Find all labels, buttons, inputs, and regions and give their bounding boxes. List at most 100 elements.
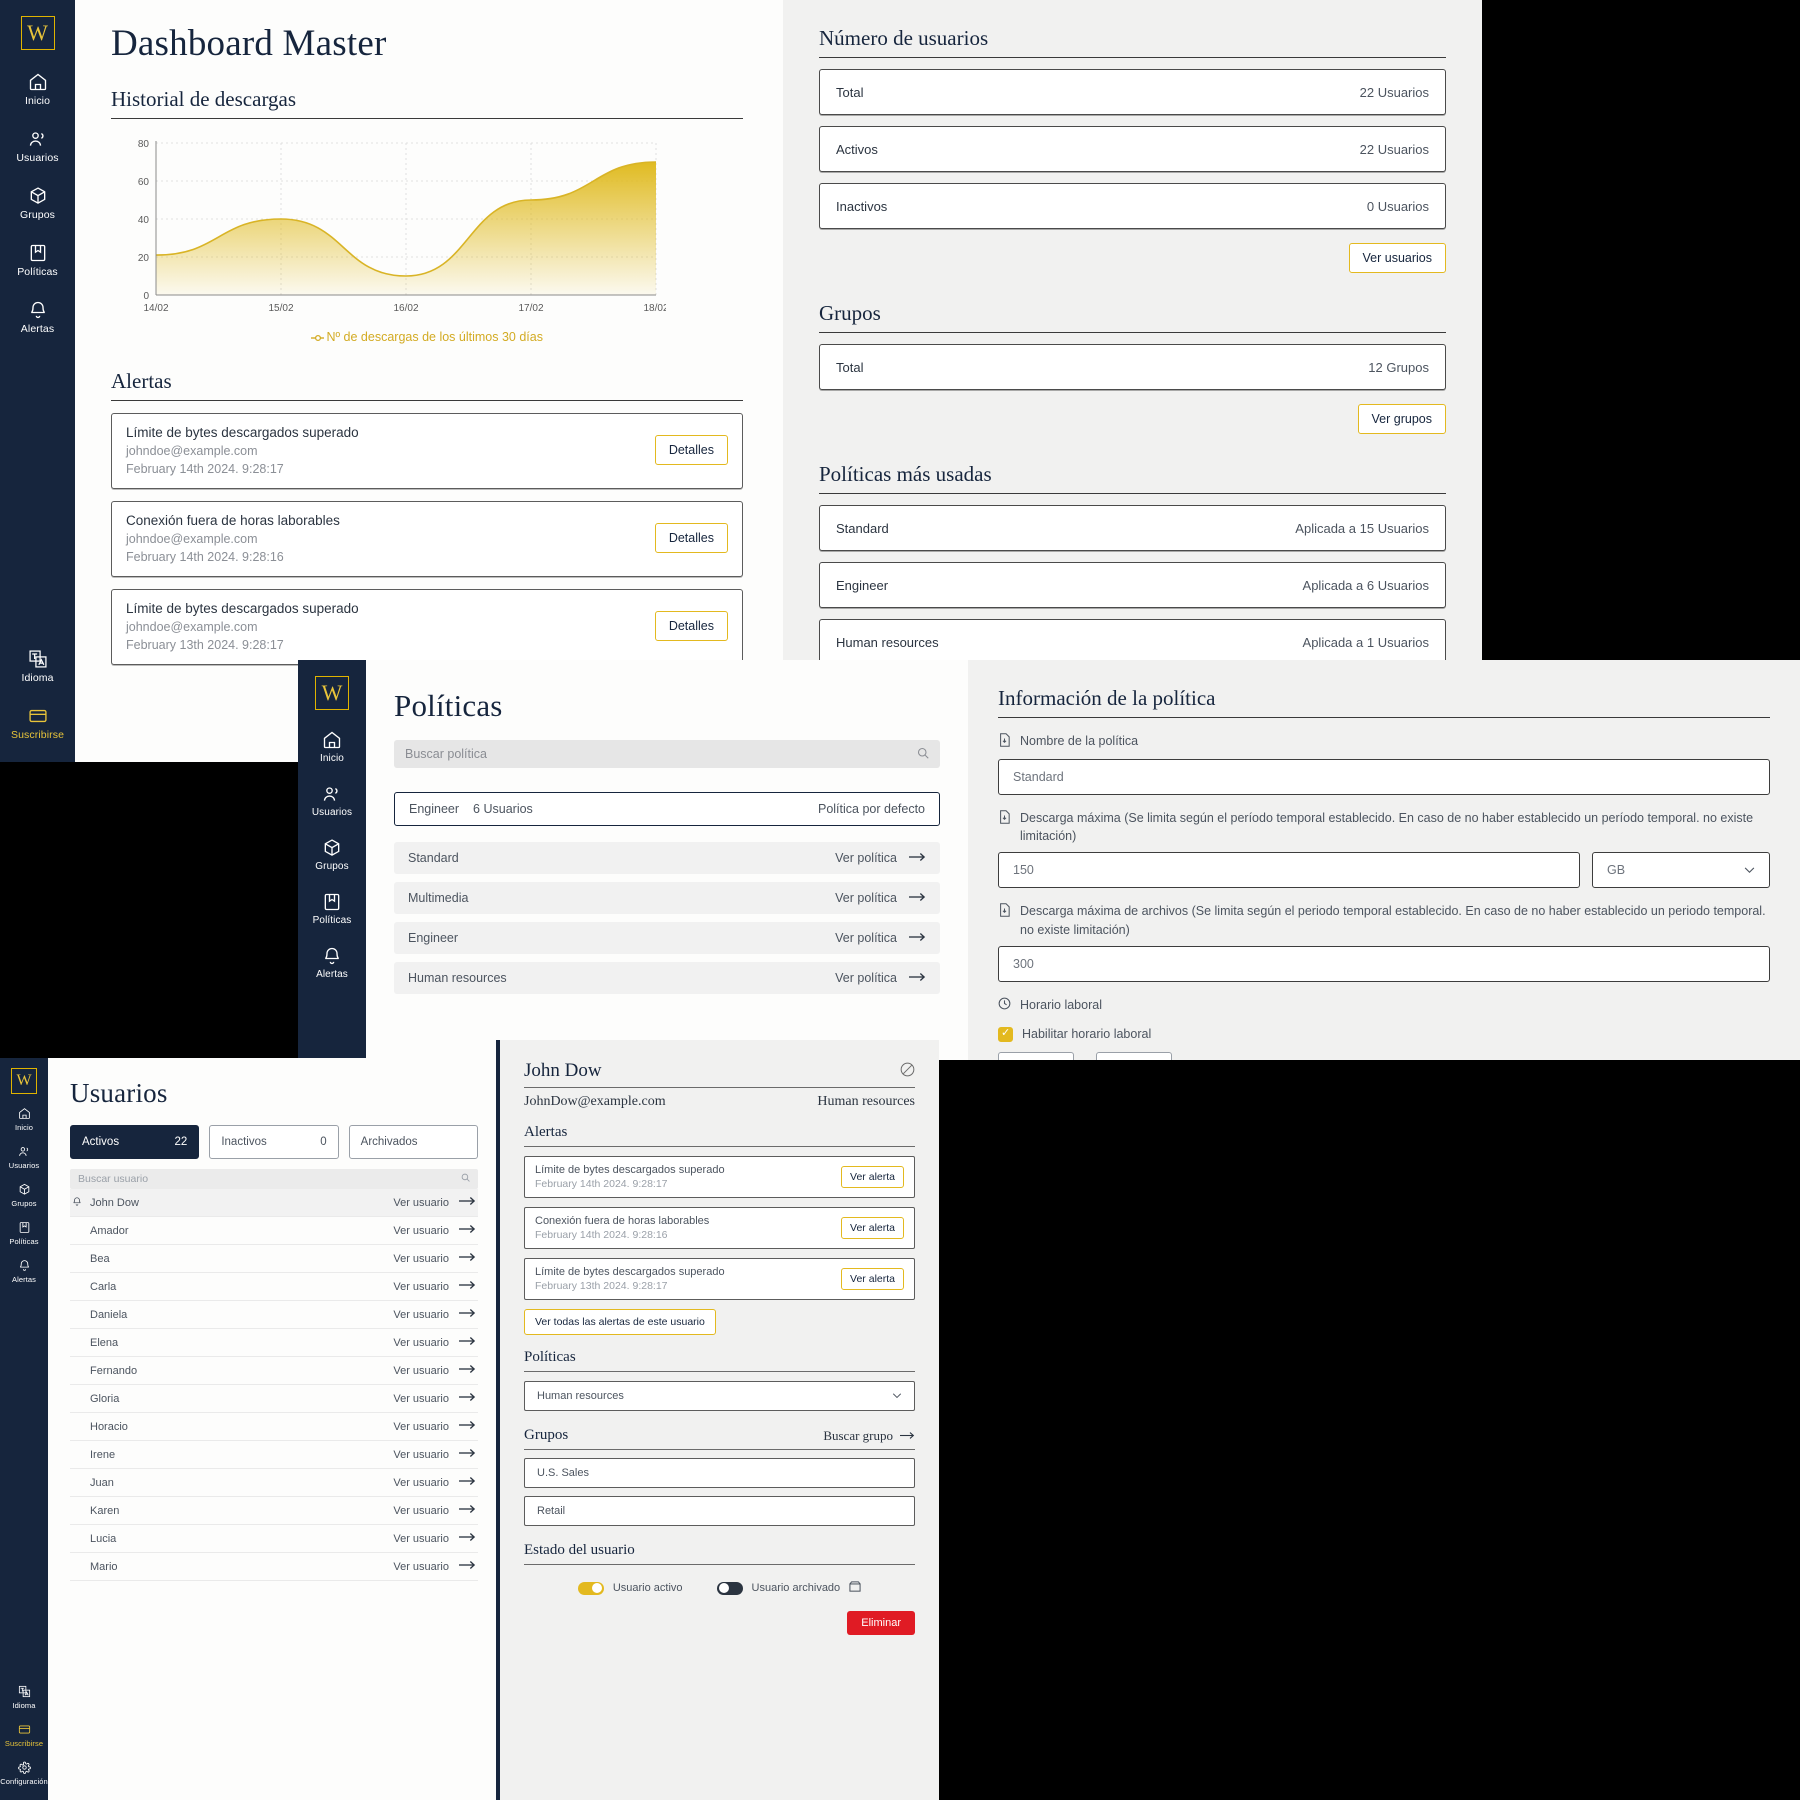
svg-text:18/02: 18/02 <box>643 303 666 314</box>
default-policy-tag: Política por defecto <box>817 802 925 816</box>
user-row[interactable]: Amador Ver usuario <box>70 1217 478 1245</box>
group-search-link[interactable]: Buscar grupo <box>823 1428 915 1444</box>
sidebar-item-alertas[interactable]: Alertas <box>0 1259 48 1284</box>
sidebar-item-polticas[interactable]: Políticas <box>0 1221 48 1246</box>
sidebar-item-inicio[interactable]: Inicio <box>298 730 366 764</box>
time-from-input[interactable]: 08:00 <box>998 1051 1074 1060</box>
tab-archivados[interactable]: Archivados <box>348 1125 478 1159</box>
user-archived-toggle-row[interactable]: Usuario archivado <box>716 1581 862 1595</box>
sidebar-item-inicio[interactable]: Inicio <box>0 72 75 107</box>
user-policy-select[interactable]: Human resources <box>524 1381 915 1411</box>
view-user-label: Ver usuario <box>393 1308 449 1321</box>
max-files-input[interactable]: 300 <box>998 945 1770 982</box>
alert-details-button[interactable]: Detalles <box>654 523 728 554</box>
sidebar-item-grupos[interactable]: Grupos <box>298 838 366 872</box>
user-group-row[interactable]: Retail <box>524 1496 915 1526</box>
sidebar-item-label: Usuarios <box>8 1161 40 1170</box>
chevron-down-icon <box>1744 863 1755 877</box>
sidebar-item-usuarios[interactable]: Usuarios <box>298 784 366 818</box>
view-alert-button[interactable]: Ver alerta <box>841 1166 904 1188</box>
tab-activos[interactable]: Activos 22 <box>70 1125 200 1159</box>
policy-info-title: Información de la política <box>998 686 1216 710</box>
policy-row[interactable]: Engineer Ver política <box>394 922 940 954</box>
stat-label: Total <box>836 84 864 100</box>
user-row[interactable]: Lucia Ver usuario <box>70 1525 478 1553</box>
alert-details-button[interactable]: Detalles <box>654 611 728 642</box>
policy-row-selected[interactable]: Engineer 6 Usuarios Política por defecto <box>394 792 940 826</box>
enable-schedule-label: Habilitar horario laboral <box>1022 1027 1152 1042</box>
user-row[interactable]: Bea Ver usuario <box>70 1245 478 1273</box>
time-to-input[interactable]: 16:30 <box>1096 1051 1173 1060</box>
user-row[interactable]: Juan Ver usuario <box>70 1469 478 1497</box>
user-archived-toggle[interactable] <box>716 1581 743 1595</box>
user-row[interactable]: Karen Ver usuario <box>70 1497 478 1525</box>
clock-icon <box>998 996 1011 1015</box>
stat-label: Inactivos <box>836 198 888 214</box>
user-row[interactable]: Fernando Ver usuario <box>70 1357 478 1385</box>
download-unit-select[interactable]: GB <box>1592 852 1770 889</box>
view-alert-button[interactable]: Ver alerta <box>841 1217 904 1239</box>
user-row[interactable]: Mario Ver usuario <box>70 1553 478 1581</box>
sidebar-item-grupos[interactable]: Grupos <box>0 186 75 221</box>
max-files-value: 300 <box>1013 956 1034 971</box>
user-row[interactable]: Elena Ver usuario <box>70 1329 478 1357</box>
tab-inactivos[interactable]: Inactivos 0 <box>209 1125 339 1159</box>
sidebar-item-usuarios[interactable]: Usuarios <box>0 1145 48 1170</box>
box-icon <box>322 838 342 858</box>
sidebar-item-idioma[interactable]: Idioma <box>0 1685 48 1710</box>
user-row[interactable]: Horacio Ver usuario <box>70 1413 478 1441</box>
user-group-row[interactable]: U.S. Sales <box>524 1458 915 1488</box>
downloads-section-title: Historial de descargas <box>111 87 297 111</box>
policy-row[interactable]: Standard Ver política <box>394 842 940 874</box>
view-user-label: Ver usuario <box>393 1476 449 1489</box>
sidebar-item-suscribirse[interactable]: Suscribirse <box>0 1723 48 1748</box>
max-download-label: Descarga máxima (Se limita según el perí… <box>1020 811 1754 844</box>
enable-schedule-checkbox[interactable] <box>998 1026 1013 1042</box>
sidebar-item-configuracin[interactable]: Configuración <box>0 1761 48 1786</box>
sidebar-item-polticas[interactable]: Políticas <box>0 243 75 278</box>
user-row[interactable]: John Dow Ver usuario <box>70 1189 478 1217</box>
arrow-right-icon <box>909 891 926 905</box>
policy-row[interactable]: Multimedia Ver política <box>394 882 940 914</box>
user-active-toggle[interactable] <box>577 1581 604 1595</box>
close-icon[interactable] <box>900 1062 915 1080</box>
sidebar-item-alertas[interactable]: Alertas <box>0 300 75 335</box>
sidebar-bottom-nav: IdiomaSuscribirseConfiguración <box>0 627 75 762</box>
view-groups-button[interactable]: Ver grupos <box>1357 404 1446 434</box>
view-users-button[interactable]: Ver usuarios <box>1348 243 1446 273</box>
view-alert-button[interactable]: Ver alerta <box>841 1268 904 1290</box>
max-download-input[interactable]: 150 <box>998 852 1580 889</box>
alert-details-button[interactable]: Detalles <box>654 435 728 466</box>
sidebar-item-idioma[interactable]: Idioma <box>0 649 75 684</box>
divider <box>524 1087 915 1088</box>
sidebar: W Inicio Usuarios Grupos Políticas Alertas <box>298 660 366 1060</box>
user-name: Mario <box>90 1560 118 1573</box>
home-icon <box>28 72 48 92</box>
svg-text:16/02: 16/02 <box>393 303 418 314</box>
user-row[interactable]: Daniela Ver usuario <box>70 1301 478 1329</box>
users-stat-list: Total 22 Usuarios Activos 22 Usuarios Inacti… <box>819 69 1446 229</box>
divider <box>111 118 743 119</box>
user-row[interactable]: Carla Ver usuario <box>70 1273 478 1301</box>
sidebar-item-polticas[interactable]: Políticas <box>298 892 366 926</box>
user-search-input[interactable]: Buscar usuario <box>70 1169 478 1189</box>
view-all-user-alerts-button[interactable]: Ver todas las alertas de este usuario <box>524 1309 716 1335</box>
user-active-toggle-row[interactable]: Usuario activo <box>577 1581 683 1595</box>
search-icon <box>917 747 929 762</box>
view-user-label: Ver usuario <box>393 1364 449 1377</box>
user-row[interactable]: Irene Ver usuario <box>70 1441 478 1469</box>
policy-search-input[interactable]: Buscar política <box>394 740 940 768</box>
policy-name-input[interactable]: Standard <box>998 759 1770 796</box>
arrow-right-icon <box>459 1336 476 1349</box>
box-icon <box>28 186 48 206</box>
sidebar-item-suscribirse[interactable]: Suscribirse <box>0 706 75 741</box>
delete-user-button[interactable]: Eliminar <box>847 1611 915 1635</box>
user-row[interactable]: Gloria Ver usuario <box>70 1385 478 1413</box>
sidebar-item-inicio[interactable]: Inicio <box>0 1107 48 1132</box>
enable-schedule-row[interactable]: Habilitar horario laboral <box>998 1026 1770 1042</box>
sidebar-item-alertas[interactable]: Alertas <box>298 946 366 980</box>
sidebar-item-grupos[interactable]: Grupos <box>0 1183 48 1208</box>
sidebar-item-usuarios[interactable]: Usuarios <box>0 129 75 164</box>
user-alert-title: Conexión fuera de horas laborables <box>535 1215 710 1227</box>
policy-row[interactable]: Human resources Ver política <box>394 962 940 994</box>
